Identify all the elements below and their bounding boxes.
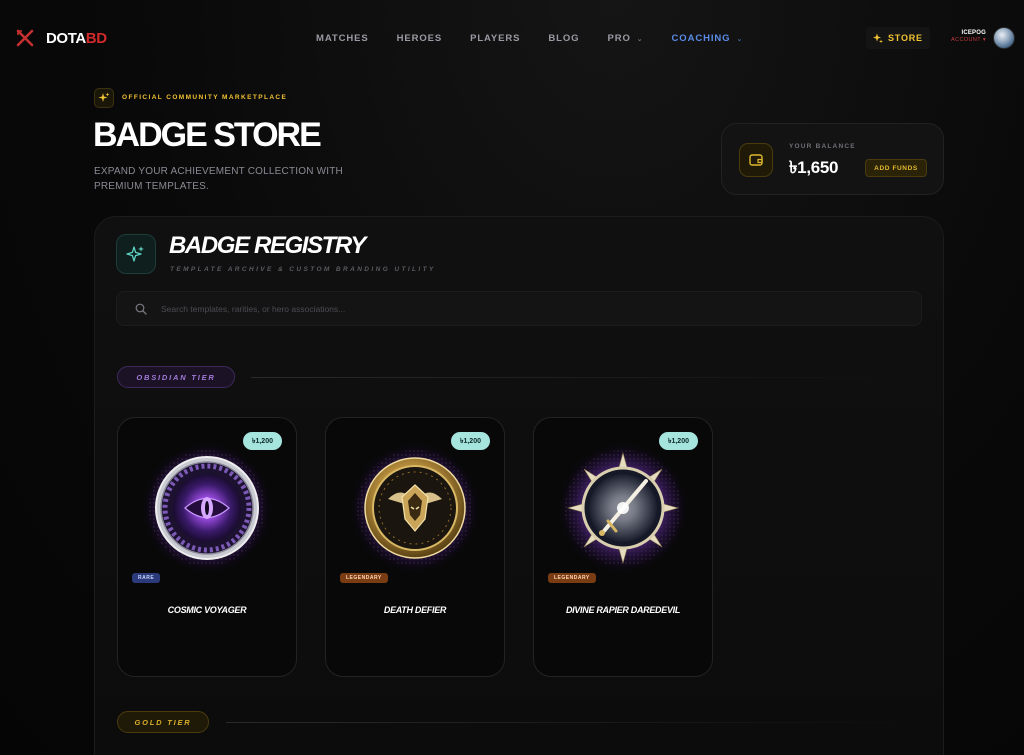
brand-logo[interactable]: DOTABD	[16, 29, 107, 47]
balance-card: YOUR BALANCE ৳1,650 ADD FUNDS	[721, 123, 944, 195]
tier-divider	[226, 722, 921, 723]
hero-eyebrow: OFFICIAL COMMUNITY MARKETPLACE	[122, 94, 288, 101]
main-nav-links: MATCHES HEROES PLAYERS BLOG PRO ⌄ COACHIN…	[316, 33, 771, 44]
add-funds-button[interactable]: ADD FUNDS	[865, 159, 927, 177]
store-button[interactable]: STORE	[866, 27, 930, 49]
tier-label-gold: GOLD TIER	[117, 711, 209, 733]
tier-label-obsidian: OBSIDIAN TIER	[117, 366, 235, 388]
account-menu[interactable]: ICEPOG ACCOUNT ▾	[946, 30, 986, 43]
sparkle-icon	[94, 88, 114, 108]
silver-sword-sunburst-medallion-icon	[556, 441, 690, 575]
gold-winged-crest-medallion-icon	[348, 441, 482, 575]
sparkle-icon	[873, 33, 883, 43]
search-icon	[135, 303, 147, 315]
account-username: ICEPOG	[961, 30, 986, 36]
badge-name: COSMIC VOYAGER	[167, 605, 247, 615]
sparkle-icon	[116, 234, 156, 274]
rarity-badge: LEGENDARY	[340, 573, 388, 583]
brand-name-part2: BD	[85, 29, 107, 47]
purple-eye-medallion-icon	[140, 441, 274, 575]
badge-card-cosmic-voyager[interactable]: ৳1,200 RARE COSMIC VOYAGER	[117, 417, 297, 677]
chevron-down-icon: ⌄	[736, 35, 744, 43]
balance-value: ৳1,650	[789, 158, 839, 177]
balance-label: YOUR BALANCE	[789, 143, 856, 150]
tier-divider	[251, 377, 921, 378]
rarity-badge: LEGENDARY	[548, 573, 596, 583]
badge-card-death-defier[interactable]: ৳1,200 LEGENDARY DEATH DEFIER	[325, 417, 505, 677]
nav-link-heroes[interactable]: HEROES	[397, 33, 443, 44]
badge-name: DEATH DEFIER	[383, 605, 447, 615]
registry-subtitle: TEMPLATE ARCHIVE & CUSTOM BRANDING UTILI…	[170, 266, 436, 273]
search-input[interactable]	[161, 303, 861, 314]
account-label: ACCOUNT ▾	[951, 37, 986, 43]
nav-link-players[interactable]: PLAYERS	[470, 33, 520, 44]
badge-name: DIVINE RAPIER DAREDEVIL	[565, 605, 681, 615]
search-bar	[116, 291, 922, 326]
nav-link-pro[interactable]: PRO ⌄	[607, 33, 643, 44]
badge-card-divine-rapier-daredevil[interactable]: ৳1,200 LEGENDARY DIVINE RAPIER DAREDEVIL	[533, 417, 713, 677]
chevron-down-icon: ⌄	[636, 35, 644, 43]
nav-link-matches[interactable]: MATCHES	[316, 33, 369, 44]
nav-link-coaching[interactable]: COACHING ⌄	[672, 33, 744, 44]
registry-title: BADGE REGISTRY	[169, 232, 366, 259]
crossed-swords-icon	[16, 29, 34, 47]
brand-name-part1: DOTA	[46, 29, 86, 47]
avatar[interactable]	[993, 27, 1015, 49]
nav-link-blog[interactable]: BLOG	[548, 33, 579, 44]
wallet-icon	[739, 143, 773, 177]
page-title: BADGE STORE	[93, 116, 322, 154]
page-subtitle: EXPAND YOUR ACHIEVEMENT COLLECTION WITH …	[94, 166, 343, 192]
top-nav: DOTABD MATCHES HEROES PLAYERS BLOG PRO ⌄ …	[0, 0, 1024, 76]
rarity-badge: RARE	[132, 573, 161, 583]
